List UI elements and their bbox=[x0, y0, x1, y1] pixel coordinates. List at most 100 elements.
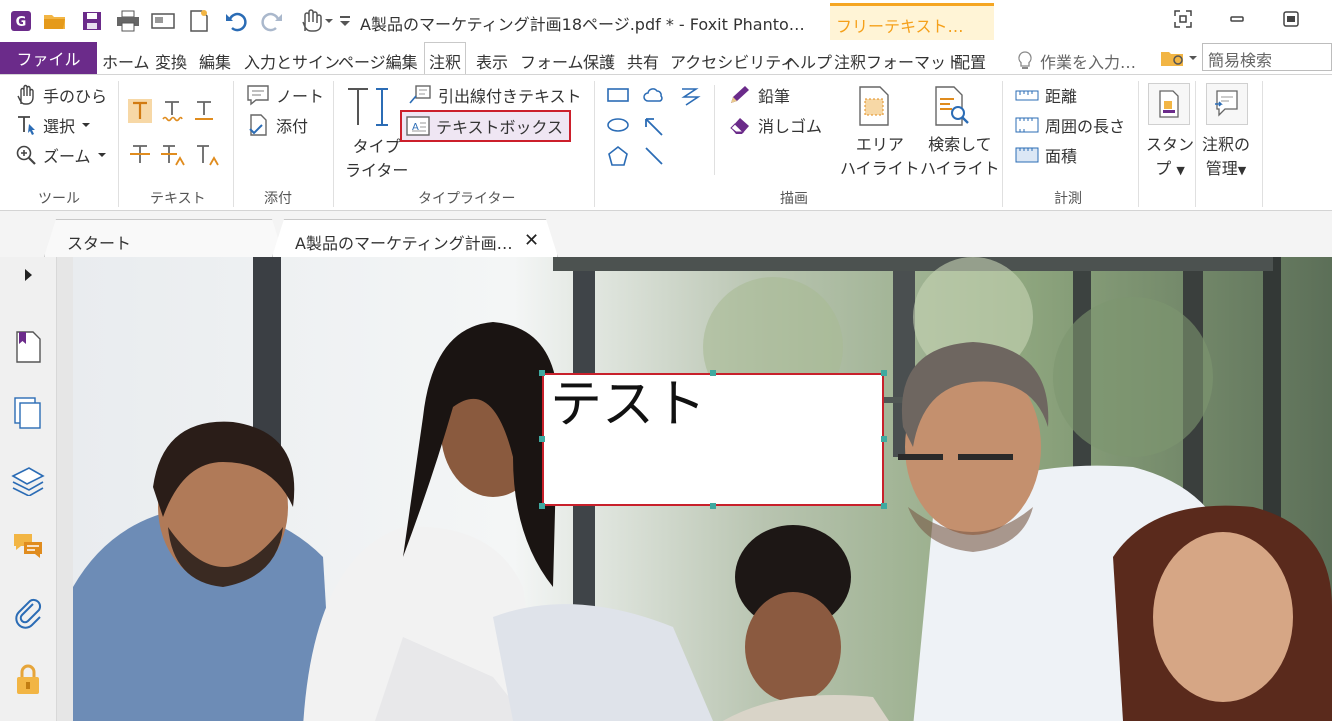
bookmark-icon[interactable] bbox=[11, 329, 45, 365]
expand-panel-icon[interactable] bbox=[11, 263, 45, 287]
tell-me[interactable]: 作業を入力… bbox=[1018, 49, 1136, 73]
insert-text-button[interactable] bbox=[194, 143, 220, 167]
strikeout-button[interactable] bbox=[128, 143, 152, 167]
close-icon[interactable]: ✕ bbox=[524, 230, 539, 251]
customize-icon[interactable] bbox=[338, 8, 352, 34]
manage-comments-icon[interactable] bbox=[1206, 83, 1248, 125]
attach-file-button[interactable]: 添付 bbox=[246, 113, 308, 137]
resize-handle[interactable] bbox=[881, 503, 887, 509]
group-label-attach: 添付 bbox=[264, 191, 292, 207]
polygon-button[interactable] bbox=[606, 145, 630, 167]
chevron-down-icon: ▼ bbox=[1237, 164, 1247, 177]
line-button[interactable] bbox=[642, 145, 666, 167]
layers-icon[interactable] bbox=[11, 462, 45, 498]
tab-start[interactable]: スタート bbox=[44, 219, 284, 257]
underline-button[interactable] bbox=[192, 99, 216, 123]
panel-splitter[interactable] bbox=[57, 257, 73, 721]
pencil-icon bbox=[728, 84, 752, 106]
minimize-icon[interactable] bbox=[1224, 6, 1250, 32]
textbox-button[interactable]: A テキストボックス bbox=[400, 110, 572, 142]
textbox-annotation-text[interactable]: テスト bbox=[550, 375, 706, 435]
document-tabs: スタート A製品のマーケティング計画… bbox=[0, 211, 1332, 257]
squiggly-button[interactable] bbox=[160, 99, 184, 123]
context-tab-freetext[interactable]: フリーテキスト… bbox=[830, 3, 994, 40]
cloud-button[interactable] bbox=[642, 85, 666, 105]
stamp-icon[interactable] bbox=[1148, 83, 1190, 125]
replace-text-button[interactable] bbox=[160, 143, 186, 167]
typewriter-button[interactable]: タイプ ライター bbox=[345, 135, 408, 183]
tab-fill-sign[interactable]: 入力とサイン bbox=[244, 49, 340, 73]
tab-comment-format[interactable]: 注釈フォーマット bbox=[834, 49, 962, 73]
arrow-button[interactable] bbox=[642, 115, 666, 137]
tab-home[interactable]: ホーム bbox=[102, 49, 150, 73]
hand-tool-label: 手のひら bbox=[43, 87, 108, 106]
perimeter-button[interactable]: 周囲の長さ bbox=[1015, 113, 1125, 137]
quick-search-input[interactable]: 簡易検索 bbox=[1202, 43, 1332, 71]
tab-protect[interactable]: 保護 bbox=[583, 49, 615, 73]
eraser-button[interactable]: 消しゴム bbox=[728, 113, 822, 137]
oval-button[interactable] bbox=[606, 115, 630, 135]
print-icon[interactable] bbox=[115, 8, 141, 34]
navigation-panel bbox=[0, 257, 57, 721]
lock-icon[interactable] bbox=[11, 661, 45, 697]
tab-page-edit[interactable]: ページ編集 bbox=[338, 49, 418, 73]
select-tool-button[interactable]: 選択 bbox=[15, 113, 91, 137]
tab-help[interactable]: ヘルプ bbox=[784, 49, 832, 73]
restore-icon[interactable] bbox=[1278, 6, 1304, 32]
resize-handle[interactable] bbox=[710, 370, 716, 376]
area-measure-button[interactable]: 面積 bbox=[1015, 143, 1077, 167]
open-folder-icon[interactable] bbox=[42, 8, 68, 34]
zoom-tool-button[interactable]: ズーム bbox=[15, 143, 107, 167]
tab-arrange[interactable]: 配置 bbox=[954, 49, 986, 73]
rectangle-button[interactable] bbox=[606, 85, 630, 105]
search-highlight-icon[interactable] bbox=[934, 85, 970, 127]
tab-file[interactable]: ファイル bbox=[0, 42, 97, 74]
chevron-down-icon bbox=[97, 151, 107, 159]
tab-document[interactable]: A製品のマーケティング計画… bbox=[272, 219, 558, 257]
tab-convert[interactable]: 変換 bbox=[155, 49, 187, 73]
comments-panel-icon[interactable] bbox=[11, 529, 45, 565]
distance-label: 距離 bbox=[1045, 87, 1078, 106]
stamp-button[interactable]: スタン プ ▼ bbox=[1146, 133, 1194, 183]
tab-accessibility[interactable]: アクセシビリティ bbox=[670, 49, 796, 73]
area-highlight-line2: ハイライト bbox=[840, 159, 920, 178]
attachments-icon[interactable] bbox=[11, 595, 45, 631]
hand-dropdown-icon[interactable] bbox=[296, 8, 336, 34]
scan-icon[interactable] bbox=[150, 8, 176, 34]
callout-button[interactable]: 引出線付きテキスト bbox=[408, 83, 582, 107]
resize-handle[interactable] bbox=[539, 436, 545, 442]
pages-icon[interactable] bbox=[11, 395, 45, 431]
search-highlight-button[interactable]: 検索して ハイライト bbox=[920, 133, 1000, 181]
typewriter-icon[interactable] bbox=[346, 85, 392, 129]
highlight-text-button[interactable] bbox=[128, 99, 152, 123]
eraser-label: 消しゴム bbox=[758, 117, 823, 136]
resize-handle[interactable] bbox=[710, 503, 716, 509]
hand-tool-button[interactable]: 手のひら bbox=[15, 83, 107, 107]
area-highlight-button[interactable]: エリア ハイライト bbox=[840, 133, 920, 181]
search-folder-icon[interactable] bbox=[1160, 48, 1198, 68]
tab-edit[interactable]: 編集 bbox=[199, 49, 231, 73]
new-doc-icon[interactable] bbox=[186, 8, 212, 34]
undo-icon[interactable] bbox=[222, 8, 250, 34]
textbox-icon: A bbox=[406, 116, 430, 136]
fullscreen-icon[interactable] bbox=[1170, 6, 1196, 32]
resize-handle[interactable] bbox=[881, 436, 887, 442]
redo-icon[interactable] bbox=[258, 8, 286, 34]
resize-handle[interactable] bbox=[539, 370, 545, 376]
strikeout-text-icon bbox=[128, 143, 152, 167]
tab-share[interactable]: 共有 bbox=[627, 49, 659, 73]
save-icon[interactable] bbox=[80, 8, 104, 34]
manage-comments-button[interactable]: 注釈の 管理▼ bbox=[1202, 133, 1250, 183]
app-logo-icon[interactable]: G bbox=[8, 8, 34, 34]
area-highlight-icon[interactable] bbox=[858, 85, 890, 127]
tab-form[interactable]: フォーム bbox=[520, 49, 584, 73]
textbox-annotation[interactable]: テスト bbox=[542, 373, 884, 506]
pencil-button[interactable]: 鉛筆 bbox=[728, 83, 790, 107]
note-button[interactable]: ノート bbox=[246, 83, 324, 107]
distance-button[interactable]: 距離 bbox=[1015, 83, 1077, 107]
polyline-button[interactable] bbox=[678, 85, 702, 107]
resize-handle[interactable] bbox=[539, 503, 545, 509]
resize-handle[interactable] bbox=[881, 370, 887, 376]
tab-view[interactable]: 表示 bbox=[476, 49, 508, 73]
tab-comment[interactable]: 注釈 bbox=[424, 42, 467, 75]
